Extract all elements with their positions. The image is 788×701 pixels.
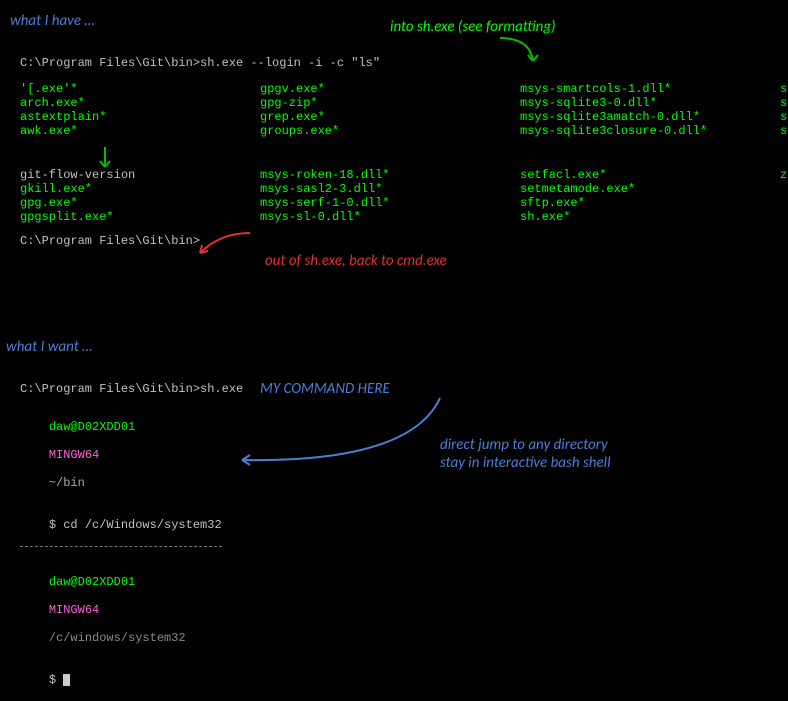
- ls-row: astextplain*grep.exe*msys-sqlite3amatch-…: [20, 110, 788, 124]
- direct-jump-label: direct jump to any directory stay in int…: [440, 436, 611, 472]
- ls-row: gpg.exe*msys-serf-1-0.dll*sftp.exe*: [20, 196, 788, 210]
- cmd-line-bottom: C:\Program Files\Git\bin>sh.exe: [20, 382, 788, 396]
- cmd-line-top: C:\Program Files\Git\bin>sh.exe --login …: [20, 56, 788, 70]
- out-of-sh-label: out of sh.exe, back to cmd.exe: [265, 252, 447, 270]
- ls-row: awk.exe*groups.exe*msys-sqlite3closure-0…: [20, 124, 788, 138]
- bash-dollar-prompt: $: [20, 659, 788, 701]
- ls-row: '[.exe'*gpgv.exe*msys-smartcols-1.dll*sh…: [20, 82, 788, 96]
- cmd-prompt-back: C:\Program Files\Git\bin>: [20, 234, 788, 248]
- ls-row: arch.exe*gpg-zip*msys-sqlite3-0.dll*sha2…: [20, 96, 788, 110]
- cursor-icon: [63, 674, 70, 686]
- bash-cd-line: $ cd /c/Windows/system32: [20, 504, 222, 547]
- ls-row: gkill.exe*msys-sasl2-3.dll*setmetamode.e…: [20, 182, 788, 196]
- what-i-want-label: what I want …: [6, 338, 788, 356]
- into-sh-label: into sh.exe (see formatting): [390, 18, 556, 36]
- my-command-label: MY COMMAND HERE: [260, 380, 390, 398]
- ls-row: gpgsplit.exe*msys-sl-0.dll*sh.exe*: [20, 210, 788, 224]
- bash-prompt-line-1: daw@D02XDD01 MINGW64 ~/bin: [20, 406, 788, 504]
- ls-row: git-flow-versionmsys-roken-18.dll*setfac…: [20, 168, 788, 182]
- bash-prompt-line-2: daw@D02XDD01 MINGW64 /c/windows/system32: [20, 561, 788, 659]
